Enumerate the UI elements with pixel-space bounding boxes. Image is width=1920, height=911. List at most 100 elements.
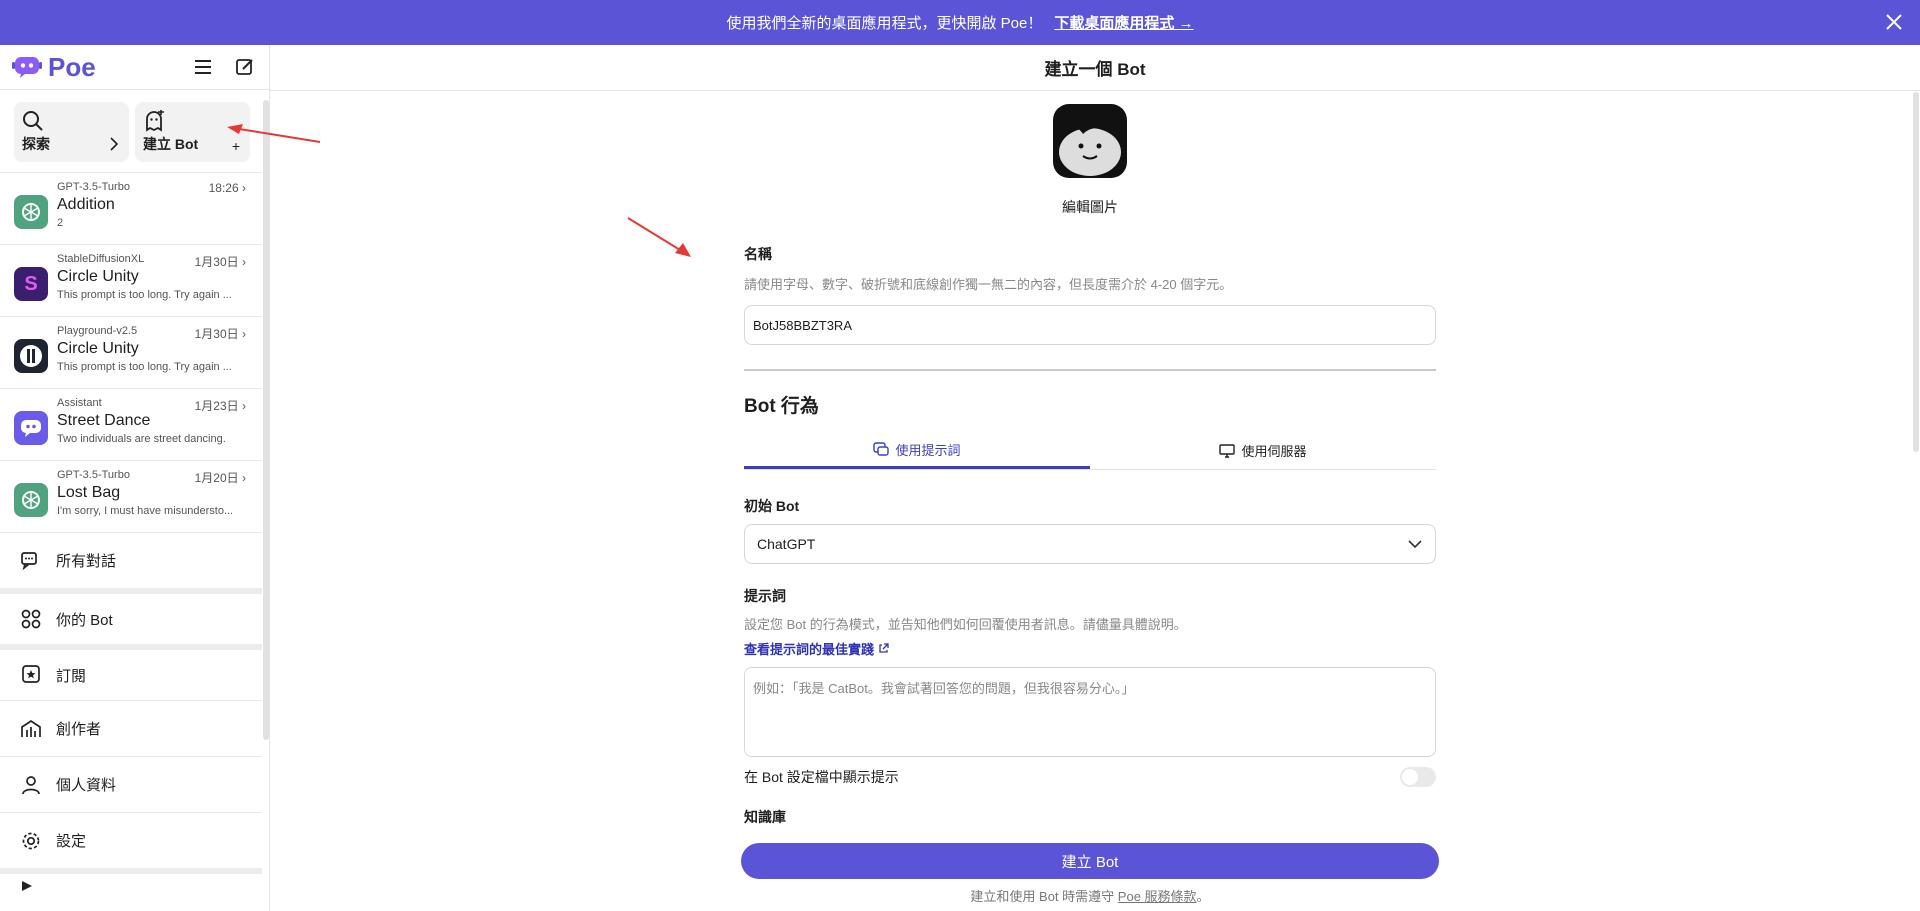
sidebar-scrollbar[interactable] <box>263 100 269 740</box>
terms-suffix: 。 <box>1196 889 1210 904</box>
prompt-hint: 設定您 Bot 的行為模式，並告知他們如何回覆使用者訊息。請儘量具體說明。 <box>744 617 1187 632</box>
external-link-icon <box>879 643 889 653</box>
terms-prefix: 建立和使用 Bot 時需遵守 <box>970 889 1115 904</box>
prompt-best-practices-link[interactable]: 查看提示詞的最佳實踐 <box>744 639 889 658</box>
nav-label: 你的 Bot <box>56 611 113 629</box>
terms-link[interactable]: Poe 服務條款 <box>1118 889 1197 904</box>
tab-use-prompt[interactable]: 使用提示詞 <box>744 432 1090 469</box>
chat-preview: This prompt is too long. Try again ... <box>57 361 232 373</box>
star-badge-icon <box>22 665 40 683</box>
tab-use-server[interactable]: 使用伺服器 <box>1090 432 1436 469</box>
edit-image-link[interactable]: 編輯圖片 <box>744 197 1436 217</box>
creators-icon <box>21 719 41 737</box>
knowledge-base-label: 知識庫 <box>744 809 786 825</box>
logo-text: Poe <box>48 51 96 82</box>
chevron-right-icon <box>109 137 119 154</box>
behavior-title: Bot 行為 <box>744 396 819 417</box>
poe-logo-icon <box>12 57 42 78</box>
create-bot-label: 建立 Bot <box>143 136 199 152</box>
nav-settings[interactable]: 設定 <box>0 812 262 868</box>
stable-diffusion-icon: S <box>14 267 48 301</box>
create-bot-form: 編輯圖片 名稱 請使用字母、數字、破折號和底線創作獨一無二的內容，但長度需介於 … <box>744 92 1436 827</box>
download-app-link[interactable]: 下載桌面應用程式 → <box>1054 12 1193 33</box>
new-chat-icon[interactable] <box>233 55 257 79</box>
nav-label: 創作者 <box>56 721 102 738</box>
sidebar-header: Poe <box>0 45 269 90</box>
banner-text: 使用我們全新的桌面應用程式，更快開啟 Poe！ <box>726 15 1043 32</box>
nav-creators[interactable]: 創作者 <box>0 700 262 756</box>
openai-icon <box>14 483 48 517</box>
chat-date: 1月23日 › <box>194 399 246 413</box>
page-title: 建立一個 Bot <box>270 45 1920 91</box>
prompt-label: 提示詞 <box>744 588 786 604</box>
chat-item[interactable]: GPT-3.5-Turbo Addition 2 18:26 › <box>0 172 262 244</box>
show-prompt-row: 在 Bot 設定檔中顯示提示 <box>744 767 1436 787</box>
explore-label: 探索 <box>22 136 50 152</box>
nav-your-bots[interactable]: 你的 Bot <box>0 588 262 644</box>
chat-item[interactable]: Playground-v2.5 Circle Unity This prompt… <box>0 316 262 388</box>
chevron-down-icon <box>1408 540 1422 549</box>
chat-item[interactable]: Assistant Street Dance Two individuals a… <box>0 388 262 460</box>
menu-icon[interactable] <box>191 55 215 79</box>
openai-icon <box>14 195 48 229</box>
annotation-arrow-icon <box>227 124 321 143</box>
base-bot-select[interactable]: ChatGPT <box>744 524 1436 564</box>
gear-icon <box>22 832 40 849</box>
main-scrollbar[interactable] <box>1913 92 1919 452</box>
nav-all-chats[interactable]: 所有對話 <box>0 532 262 588</box>
nav-label: 個人資料 <box>56 777 117 794</box>
chat-date: 1月30日 › <box>194 327 246 341</box>
sidebar: Poe 探索 建立 Bot + GPT-3.5-Turbo Addition 2… <box>0 45 270 911</box>
chat-preview: This prompt is too long. Try again ... <box>57 289 232 301</box>
chat-date: 18:26 › <box>208 181 246 195</box>
chat-list: GPT-3.5-Turbo Addition 2 18:26 › S Stabl… <box>0 172 269 532</box>
close-banner-icon[interactable] <box>1882 10 1906 34</box>
create-bot-button[interactable]: 建立 Bot <box>741 843 1439 879</box>
base-bot-value: ChatGPT <box>757 536 816 552</box>
search-icon <box>23 111 43 131</box>
name-label: 名稱 <box>744 246 772 262</box>
chat-item[interactable]: S StableDiffusionXL Circle Unity This pr… <box>0 244 262 316</box>
behavior-tabs: 使用提示詞 使用伺服器 <box>744 432 1436 470</box>
nav-subscribe[interactable]: 訂閱 <box>0 644 262 700</box>
nav-label: 設定 <box>56 833 87 850</box>
monitor-icon <box>1219 443 1236 458</box>
chat-title: Addition <box>57 196 115 213</box>
user-icon <box>22 775 40 794</box>
prompt-textarea[interactable]: 例如：「我是 CatBot。我會試著回答您的問題，但我很容易分心。」 <box>744 667 1436 757</box>
section-divider <box>744 369 1436 371</box>
show-prompt-label: 在 Bot 設定檔中顯示提示 <box>744 769 899 785</box>
bot-add-icon <box>146 109 164 132</box>
chat-date: 1月20日 › <box>194 471 246 485</box>
prompt-icon <box>873 442 890 456</box>
chat-title: Lost Bag <box>57 484 121 501</box>
annotation-arrow-icon <box>627 217 691 257</box>
chats-icon <box>21 551 37 570</box>
chat-preview: I'm sorry, I must have misundersto... <box>57 505 234 517</box>
nav-label: 所有對話 <box>56 553 117 570</box>
poe-logo[interactable]: Poe <box>12 52 96 83</box>
playground-icon <box>14 339 48 373</box>
tab-label: 使用伺服器 <box>1241 444 1307 459</box>
chat-date: 1月30日 › <box>194 255 246 269</box>
bots-grid-icon <box>21 609 41 629</box>
top-banner: 使用我們全新的桌面應用程式，更快開啟 Poe！ 下載桌面應用程式 → <box>0 0 1920 45</box>
play-icon <box>22 881 32 891</box>
bot-avatar[interactable] <box>1053 104 1127 178</box>
show-prompt-toggle[interactable] <box>1400 767 1436 787</box>
tab-label: 使用提示詞 <box>895 442 961 458</box>
chat-title: Circle Unity <box>57 340 139 357</box>
chat-preview: 2 <box>57 217 64 229</box>
explore-card[interactable]: 探索 <box>14 102 129 162</box>
nav-more[interactable] <box>0 868 262 898</box>
name-hint: 請使用字母、數字、破折號和底線創作獨一無二的內容，但長度需介於 4-20 個字元… <box>744 277 1233 292</box>
chat-title: Circle Unity <box>57 268 139 285</box>
nav-profile[interactable]: 個人資料 <box>0 756 262 812</box>
chat-preview: Two individuals are street dancing. <box>57 433 226 445</box>
chat-title: Street Dance <box>57 412 151 429</box>
chat-item[interactable]: GPT-3.5-Turbo Lost Bag I'm sorry, I must… <box>0 460 262 532</box>
assistant-icon <box>14 411 48 445</box>
bot-name-input[interactable]: BotJ58BBZT3RA <box>744 305 1436 345</box>
base-bot-label: 初始 Bot <box>744 498 800 514</box>
terms-notice: 建立和使用 Bot 時需遵守 Poe 服務條款。 <box>744 886 1436 905</box>
